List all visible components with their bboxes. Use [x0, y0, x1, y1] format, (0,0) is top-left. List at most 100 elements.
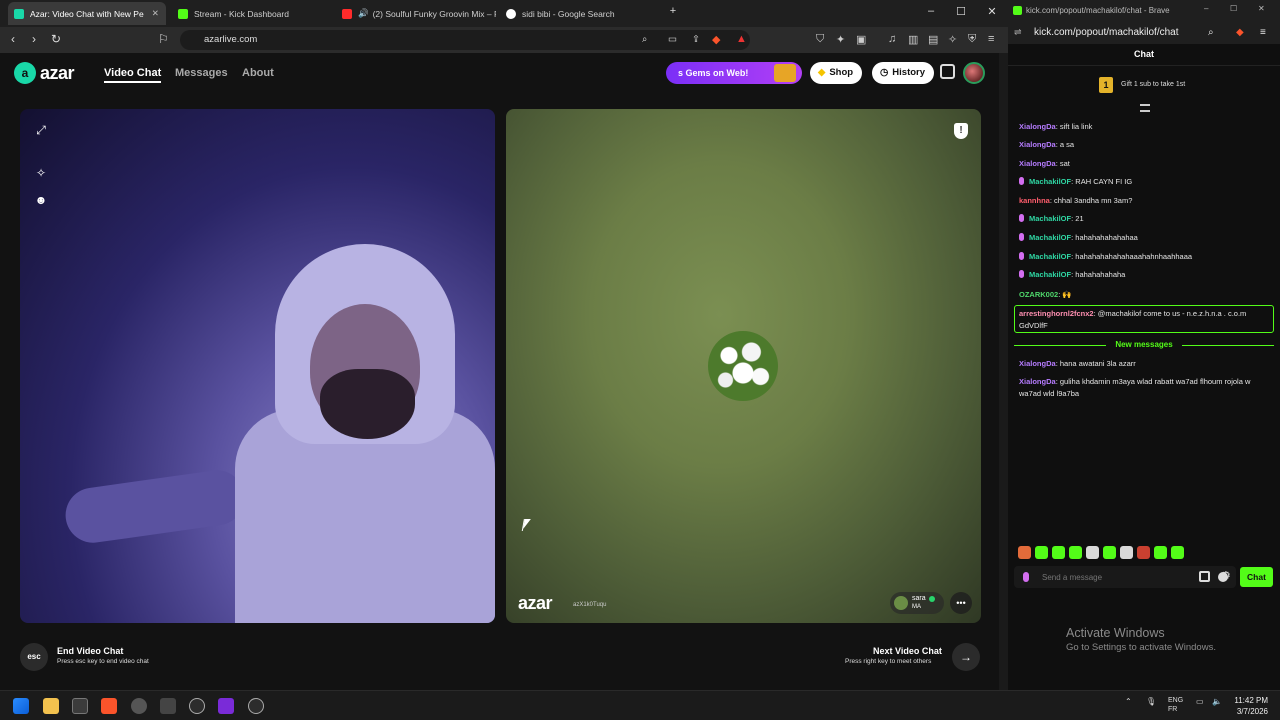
- emote-icon[interactable]: [1137, 546, 1150, 559]
- chat-message[interactable]: XialongDa: hana awatani 3la azarr: [1019, 358, 1273, 370]
- emote-icon[interactable]: [1171, 546, 1184, 559]
- chat-username[interactable]: MachakilOF: [1029, 252, 1071, 261]
- tab-youtube[interactable]: 🔊 (2) Soulful Funky Groovin Mix – R: [336, 2, 496, 25]
- end-chat-button[interactable]: esc: [20, 643, 48, 671]
- chat-message-input[interactable]: [1042, 569, 1192, 585]
- chat-username[interactable]: XialongDa: [1019, 159, 1056, 168]
- chat-username[interactable]: XialongDa: [1019, 377, 1056, 386]
- avatar[interactable]: [963, 62, 985, 84]
- chat-message[interactable]: MachakilOF: 21: [1019, 213, 1273, 225]
- store-icon[interactable]: [1199, 571, 1210, 582]
- chat-message[interactable]: MachakilOF: hahahahahahahaaahahnhaahhaaa: [1019, 251, 1273, 263]
- app-icon[interactable]: [189, 698, 205, 714]
- next-app-icon[interactable]: [218, 698, 234, 714]
- expand-icon[interactable]: ⤢: [34, 123, 48, 138]
- chat-username[interactable]: MachakilOF: [1029, 233, 1071, 242]
- vpn-icon[interactable]: ⛉: [816, 33, 824, 46]
- cast-icon[interactable]: ▭: [668, 34, 677, 45]
- site-settings-icon[interactable]: ⇌: [1014, 27, 1022, 38]
- store-app-icon[interactable]: [72, 698, 88, 714]
- maximize-icon[interactable]: ☐: [1230, 4, 1237, 13]
- close-tab-icon[interactable]: ✕: [152, 8, 159, 19]
- face-filter-icon[interactable]: ☻: [34, 193, 48, 207]
- emote-icon[interactable]: [1069, 546, 1082, 559]
- close-window-icon[interactable]: ✕: [1258, 4, 1265, 13]
- shield-icon[interactable]: ⛨: [968, 33, 976, 46]
- chat-message[interactable]: kannhna: chhal 3andha mn 3am?: [1019, 195, 1273, 207]
- tray-chevron-icon[interactable]: ⌃: [1125, 697, 1132, 706]
- reload-icon[interactable]: ↻: [51, 32, 61, 46]
- tab-kick-dashboard[interactable]: Stream - Kick Dashboard: [172, 2, 332, 25]
- leo-icon[interactable]: ✧: [948, 33, 957, 46]
- screenshot-icon[interactable]: ▣: [856, 33, 866, 46]
- new-tab-icon[interactable]: +: [664, 5, 682, 17]
- file-explorer-icon[interactable]: [43, 698, 59, 714]
- emote-icon[interactable]: [1086, 546, 1099, 559]
- gems-promo-button[interactable]: s Gems on Web!: [666, 62, 802, 84]
- chat-message[interactable]: MachakilOF: RAH CAYN FI IG: [1019, 176, 1273, 188]
- chat-username[interactable]: arrestinghornl2fcnx2: [1019, 309, 1094, 318]
- brave-shields-icon[interactable]: ◆: [1236, 27, 1244, 38]
- minimize-icon[interactable]: –: [1204, 4, 1208, 13]
- start-menu-icon[interactable]: [13, 698, 29, 714]
- chat-username[interactable]: XialongDa: [1019, 140, 1056, 149]
- chat-message[interactable]: XialongDa: sat: [1019, 158, 1273, 170]
- maximize-icon[interactable]: ☐: [952, 5, 970, 18]
- microphone-icon[interactable]: 🎙: [1146, 697, 1156, 706]
- chat-username[interactable]: MachakilOF: [1029, 214, 1071, 223]
- azar-logo[interactable]: a azar: [14, 62, 75, 84]
- app-icon[interactable]: [160, 698, 176, 714]
- chat-username[interactable]: MachakilOF: [1029, 270, 1071, 279]
- tab-google[interactable]: sidi bibi - Google Search: [500, 2, 660, 25]
- extensions-icon[interactable]: ✦: [836, 33, 845, 46]
- volume-icon[interactable]: 🔈: [1212, 697, 1222, 706]
- chat-message[interactable]: XialongDa: guliha khdamin m3aya wlad rab…: [1019, 376, 1273, 400]
- emote-icon[interactable]: [1035, 546, 1048, 559]
- page-scrollbar[interactable]: [999, 53, 1008, 690]
- inbox-icon[interactable]: [940, 64, 955, 79]
- url-field[interactable]: azarlive.com ⌕ ▭ ⇪: [180, 30, 750, 50]
- send-chat-button[interactable]: Chat: [1240, 567, 1273, 587]
- chat-username[interactable]: kannhna: [1019, 196, 1050, 205]
- network-icon[interactable]: ▭: [1196, 697, 1204, 706]
- media-icon[interactable]: ♫: [888, 33, 896, 45]
- next-chat-button[interactable]: →: [952, 643, 980, 671]
- emote-icon[interactable]: [1052, 546, 1065, 559]
- sidebar-icon[interactable]: ▥: [908, 33, 918, 46]
- brave-rewards-icon[interactable]: ▲: [736, 33, 747, 45]
- chat-username[interactable]: MachakilOF: [1029, 177, 1071, 186]
- wallet-icon[interactable]: ▤: [928, 33, 938, 46]
- brave-shields-icon[interactable]: ◆: [712, 33, 720, 46]
- back-icon[interactable]: ‹: [11, 32, 15, 46]
- sub-gift-banner[interactable]: 1 Gift 1 sub to take 1st: [1008, 74, 1280, 96]
- chat-url-bar[interactable]: ⇌ kick.com/popout/machakilof/chat ⌕ ◆ ≡: [1008, 22, 1280, 44]
- chat-message[interactable]: XialongDa: a sa: [1019, 139, 1273, 151]
- chat-message[interactable]: MachakilOF: hahahahahahahaa: [1019, 232, 1273, 244]
- bookmark-icon[interactable]: ⚐: [158, 32, 169, 46]
- forward-icon[interactable]: ›: [32, 32, 36, 46]
- shop-button[interactable]: ◆ Shop: [810, 62, 863, 84]
- magic-wand-icon[interactable]: ✧: [34, 166, 48, 180]
- emote-icon[interactable]: [1018, 546, 1031, 559]
- minimize-icon[interactable]: –: [922, 5, 940, 17]
- menu-icon[interactable]: ≡: [988, 33, 994, 45]
- peer-info-badge[interactable]: sara MA: [890, 592, 944, 614]
- chat-bubble-icon[interactable]: •••: [950, 592, 972, 614]
- menu-icon[interactable]: ≡: [1260, 27, 1266, 38]
- mic-icon[interactable]: [1023, 572, 1029, 582]
- app-icon[interactable]: [248, 698, 264, 714]
- emote-icon[interactable]: [1154, 546, 1167, 559]
- zoom-icon[interactable]: ⌕: [642, 34, 647, 45]
- zoom-icon[interactable]: ⌕: [1208, 27, 1214, 38]
- language-indicator[interactable]: ENG FR: [1168, 696, 1183, 714]
- system-clock[interactable]: 11:42 PM 3/7/2026: [1226, 695, 1268, 717]
- gear-icon[interactable]: ⚙: [1221, 569, 1231, 582]
- chat-message[interactable]: MachakilOF: hahahahahaha: [1019, 269, 1273, 281]
- pin-toggle-icon[interactable]: [1140, 104, 1150, 112]
- share-icon[interactable]: ⇪: [692, 34, 700, 45]
- report-shield-icon[interactable]: !: [954, 123, 968, 139]
- chat-username[interactable]: XialongDa: [1019, 359, 1056, 368]
- chat-message[interactable]: OZARK002: 🙌: [1019, 289, 1273, 301]
- close-window-icon[interactable]: ✕: [983, 5, 1001, 18]
- emote-icon[interactable]: [1103, 546, 1116, 559]
